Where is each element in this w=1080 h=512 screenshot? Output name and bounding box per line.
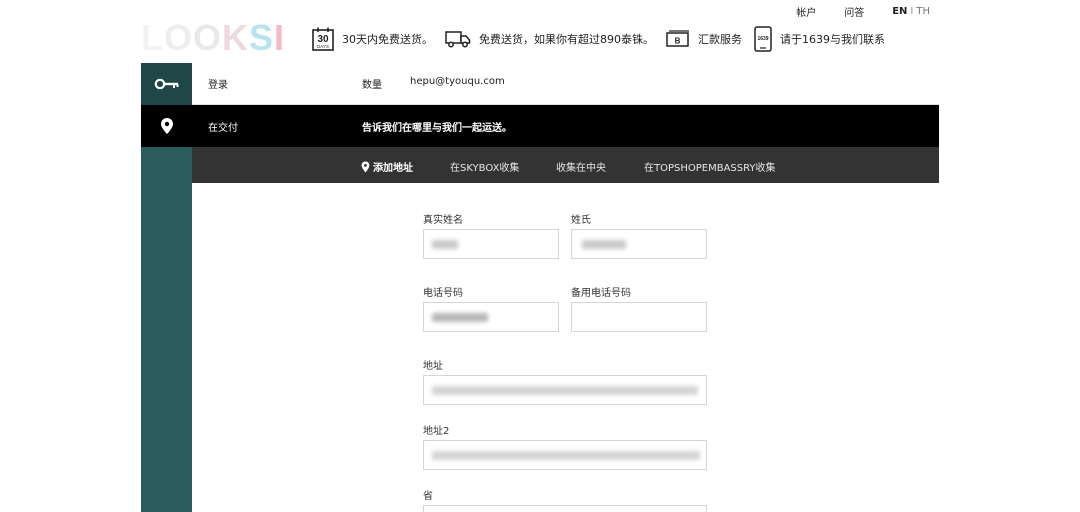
province-label: 省	[423, 491, 433, 502]
lang-separator: I	[910, 6, 914, 17]
logo-letter: I	[274, 17, 286, 58]
alt-phone-input[interactable]	[571, 302, 707, 332]
delivery-step-message: 告诉我们在哪里与我们一起运送。	[362, 123, 512, 134]
phone-input[interactable]	[423, 302, 559, 332]
tab-collect-skybox[interactable]: 在SKYBOX收集	[450, 159, 519, 174]
login-step-row[interactable]: 登录 数量 hepu@tyouqu.com	[192, 63, 939, 105]
login-step-icon-box	[141, 63, 192, 105]
benefit-remittance: B 汇款服务	[666, 30, 742, 48]
address2-label: 地址2	[423, 426, 450, 437]
svg-text:DAYS: DAYS	[317, 44, 329, 49]
logo-letter: O	[164, 17, 194, 58]
svg-text:B: B	[675, 37, 681, 46]
delivery-step-icon-box	[141, 105, 192, 147]
svg-text:1639: 1639	[757, 36, 768, 42]
brand-logo[interactable]: L O O K S I	[141, 18, 285, 58]
lang-th-link[interactable]: TH	[916, 6, 930, 17]
tab-label: 在TOPSHOPEMBASSRY收集	[644, 163, 776, 174]
benefit-text: 请于1639与我们联系	[780, 33, 885, 46]
benefit-hotline: 1639 请于1639与我们联系	[754, 26, 885, 52]
account-link[interactable]: 帐户	[796, 4, 816, 19]
top-links: 帐户 问答 EN I TH	[796, 4, 930, 19]
address-input[interactable]	[423, 375, 707, 405]
key-icon	[154, 78, 178, 90]
quantity-label: 数量	[362, 80, 382, 91]
address-label: 地址	[423, 361, 443, 372]
logo-letter: S	[249, 17, 275, 58]
delivery-method-tabs: 添加地址 在SKYBOX收集 收集在中央 在TOPSHOPEMBASSRY收集	[192, 147, 939, 183]
address-form: 真实姓名 姓氏 电话号码 备用电话号码 地址 地址2 省	[192, 183, 939, 512]
tab-label: 在SKYBOX收集	[450, 163, 520, 174]
calendar-30-icon: 30 DAYS	[312, 27, 334, 51]
benefit-free-return: 30 DAYS 30天内免费送货。	[312, 27, 433, 51]
blurred-value	[432, 386, 698, 395]
pin-icon	[361, 161, 370, 172]
tab-label: 收集在中央	[556, 163, 606, 174]
tab-collect-topshop[interactable]: 在TOPSHOPEMBASSRY收集	[644, 159, 776, 174]
logo-letter: O	[193, 17, 223, 58]
phone-label: 电话号码	[423, 288, 463, 299]
location-pin-icon	[160, 118, 173, 134]
alt-phone-label: 备用电话号码	[571, 288, 631, 299]
tab-add-address[interactable]: 添加地址	[361, 159, 413, 174]
logo-letter: K	[222, 17, 250, 58]
login-email: hepu@tyouqu.com	[410, 76, 505, 87]
login-step-label: 登录	[208, 80, 228, 91]
address2-input[interactable]	[423, 440, 707, 470]
faq-link[interactable]: 问答	[844, 4, 864, 19]
language-switcher: EN I TH	[892, 4, 930, 19]
benefit-text: 汇款服务	[698, 33, 742, 46]
tab-label: 添加地址	[373, 163, 413, 174]
last-name-label: 姓氏	[571, 215, 591, 226]
delivery-step-label: 在交付	[208, 123, 238, 134]
blurred-value	[582, 240, 626, 249]
benefit-text: 30天内免费送货。	[342, 33, 433, 46]
last-name-input[interactable]	[571, 229, 707, 259]
first-name-label: 真实姓名	[423, 215, 463, 226]
checkout-page: L O O K S I 帐户 问答 EN I TH 30 DAYS 30天内免费…	[0, 0, 1080, 512]
delivery-step-row: 在交付 告诉我们在哪里与我们一起运送。	[141, 105, 939, 147]
logo-letter: L	[141, 17, 164, 58]
truck-icon	[445, 31, 471, 48]
blurred-value	[432, 240, 458, 249]
province-select[interactable]	[423, 505, 707, 512]
tab-collect-central[interactable]: 收集在中央	[556, 159, 606, 174]
lang-en-link[interactable]: EN	[892, 6, 907, 17]
blurred-value	[432, 451, 700, 460]
first-name-input[interactable]	[423, 229, 559, 259]
phone-icon: 1639	[754, 26, 772, 52]
benefit-free-shipping: 免费送货，如果你有超过890泰铢。	[445, 30, 654, 48]
cash-icon: B	[666, 30, 689, 47]
benefit-text: 免费送货，如果你有超过890泰铢。	[479, 33, 654, 46]
blurred-value	[432, 313, 488, 322]
benefits-strip: 30 DAYS 30天内免费送货。 免费送货，如果你有超过890泰铢。 B 汇款…	[312, 26, 897, 52]
